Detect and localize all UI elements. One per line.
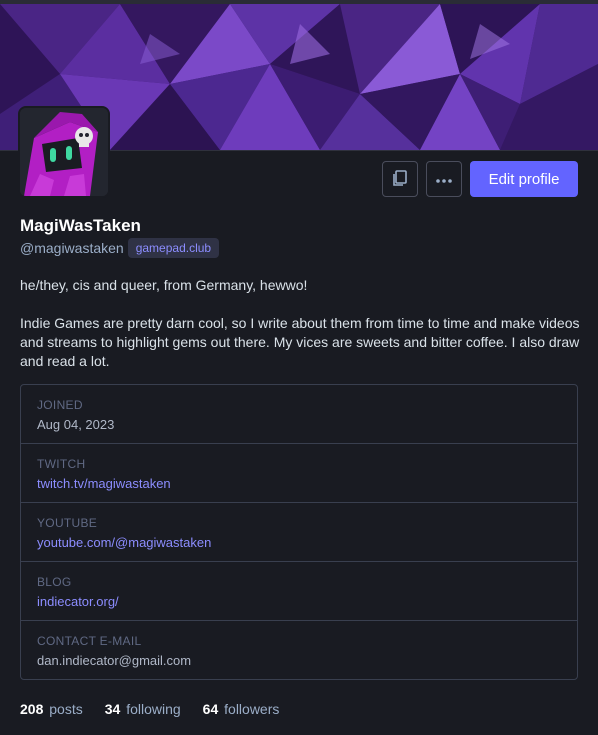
profile-fields: JOINED Aug 04, 2023 TWITCH twitch.tv/mag… [20, 384, 578, 680]
field-value: dan.indiecator@gmail.com [37, 653, 192, 668]
following-label: following [126, 701, 181, 717]
blog-link[interactable]: indiecator.org/ [37, 594, 119, 609]
posts-label: posts [49, 701, 83, 717]
twitch-link[interactable]: twitch.tv/magiwastaken [37, 476, 171, 491]
field-blog: BLOG indiecator.org/ [21, 562, 577, 621]
bio-paragraph: Indie Games are pretty darn cool, so I w… [20, 315, 580, 369]
field-label: JOINED [37, 398, 83, 412]
profile-bio: he/they, cis and queer, from Germany, he… [20, 276, 580, 390]
field-label: YOUTUBE [37, 516, 98, 530]
account-handle-row: @magiwastaken gamepad.club [20, 237, 220, 259]
display-name: MagiWasTaken [20, 216, 141, 235]
posts-count: 208 [20, 701, 44, 717]
field-label: BLOG [37, 575, 72, 589]
edit-profile-button[interactable]: Edit profile [470, 161, 578, 197]
more-options-button[interactable] [426, 161, 462, 197]
following-count: 34 [104, 701, 121, 717]
followers-count: 64 [202, 701, 219, 717]
account-handle: @magiwastaken [20, 240, 124, 256]
ellipsis-icon [435, 172, 453, 187]
followers-label: followers [224, 701, 280, 717]
copy-link-button[interactable] [382, 161, 418, 197]
field-value: Aug 04, 2023 [37, 417, 115, 432]
profile-stats: 208 posts 34 following 64 followers [20, 701, 279, 717]
following-stat[interactable]: 34 following [105, 701, 181, 717]
field-joined: JOINED Aug 04, 2023 [21, 385, 577, 444]
posts-stat[interactable]: 208 posts [20, 701, 83, 717]
field-youtube: YOUTUBE youtube.com/@magiwastaken [21, 503, 577, 562]
copy-icon [391, 169, 409, 190]
followers-stat[interactable]: 64 followers [203, 701, 280, 717]
field-twitch: TWITCH twitch.tv/magiwastaken [21, 444, 577, 503]
avatar[interactable] [18, 106, 110, 198]
bio-paragraph: he/they, cis and queer, from Germany, he… [20, 277, 308, 293]
youtube-link[interactable]: youtube.com/@magiwastaken [37, 535, 211, 550]
field-contact-email: CONTACT E-MAIL dan.indiecator@gmail.com [21, 621, 577, 679]
field-label: TWITCH [37, 457, 86, 471]
server-domain-badge[interactable]: gamepad.club [127, 238, 220, 258]
field-label: CONTACT E-MAIL [37, 634, 142, 648]
